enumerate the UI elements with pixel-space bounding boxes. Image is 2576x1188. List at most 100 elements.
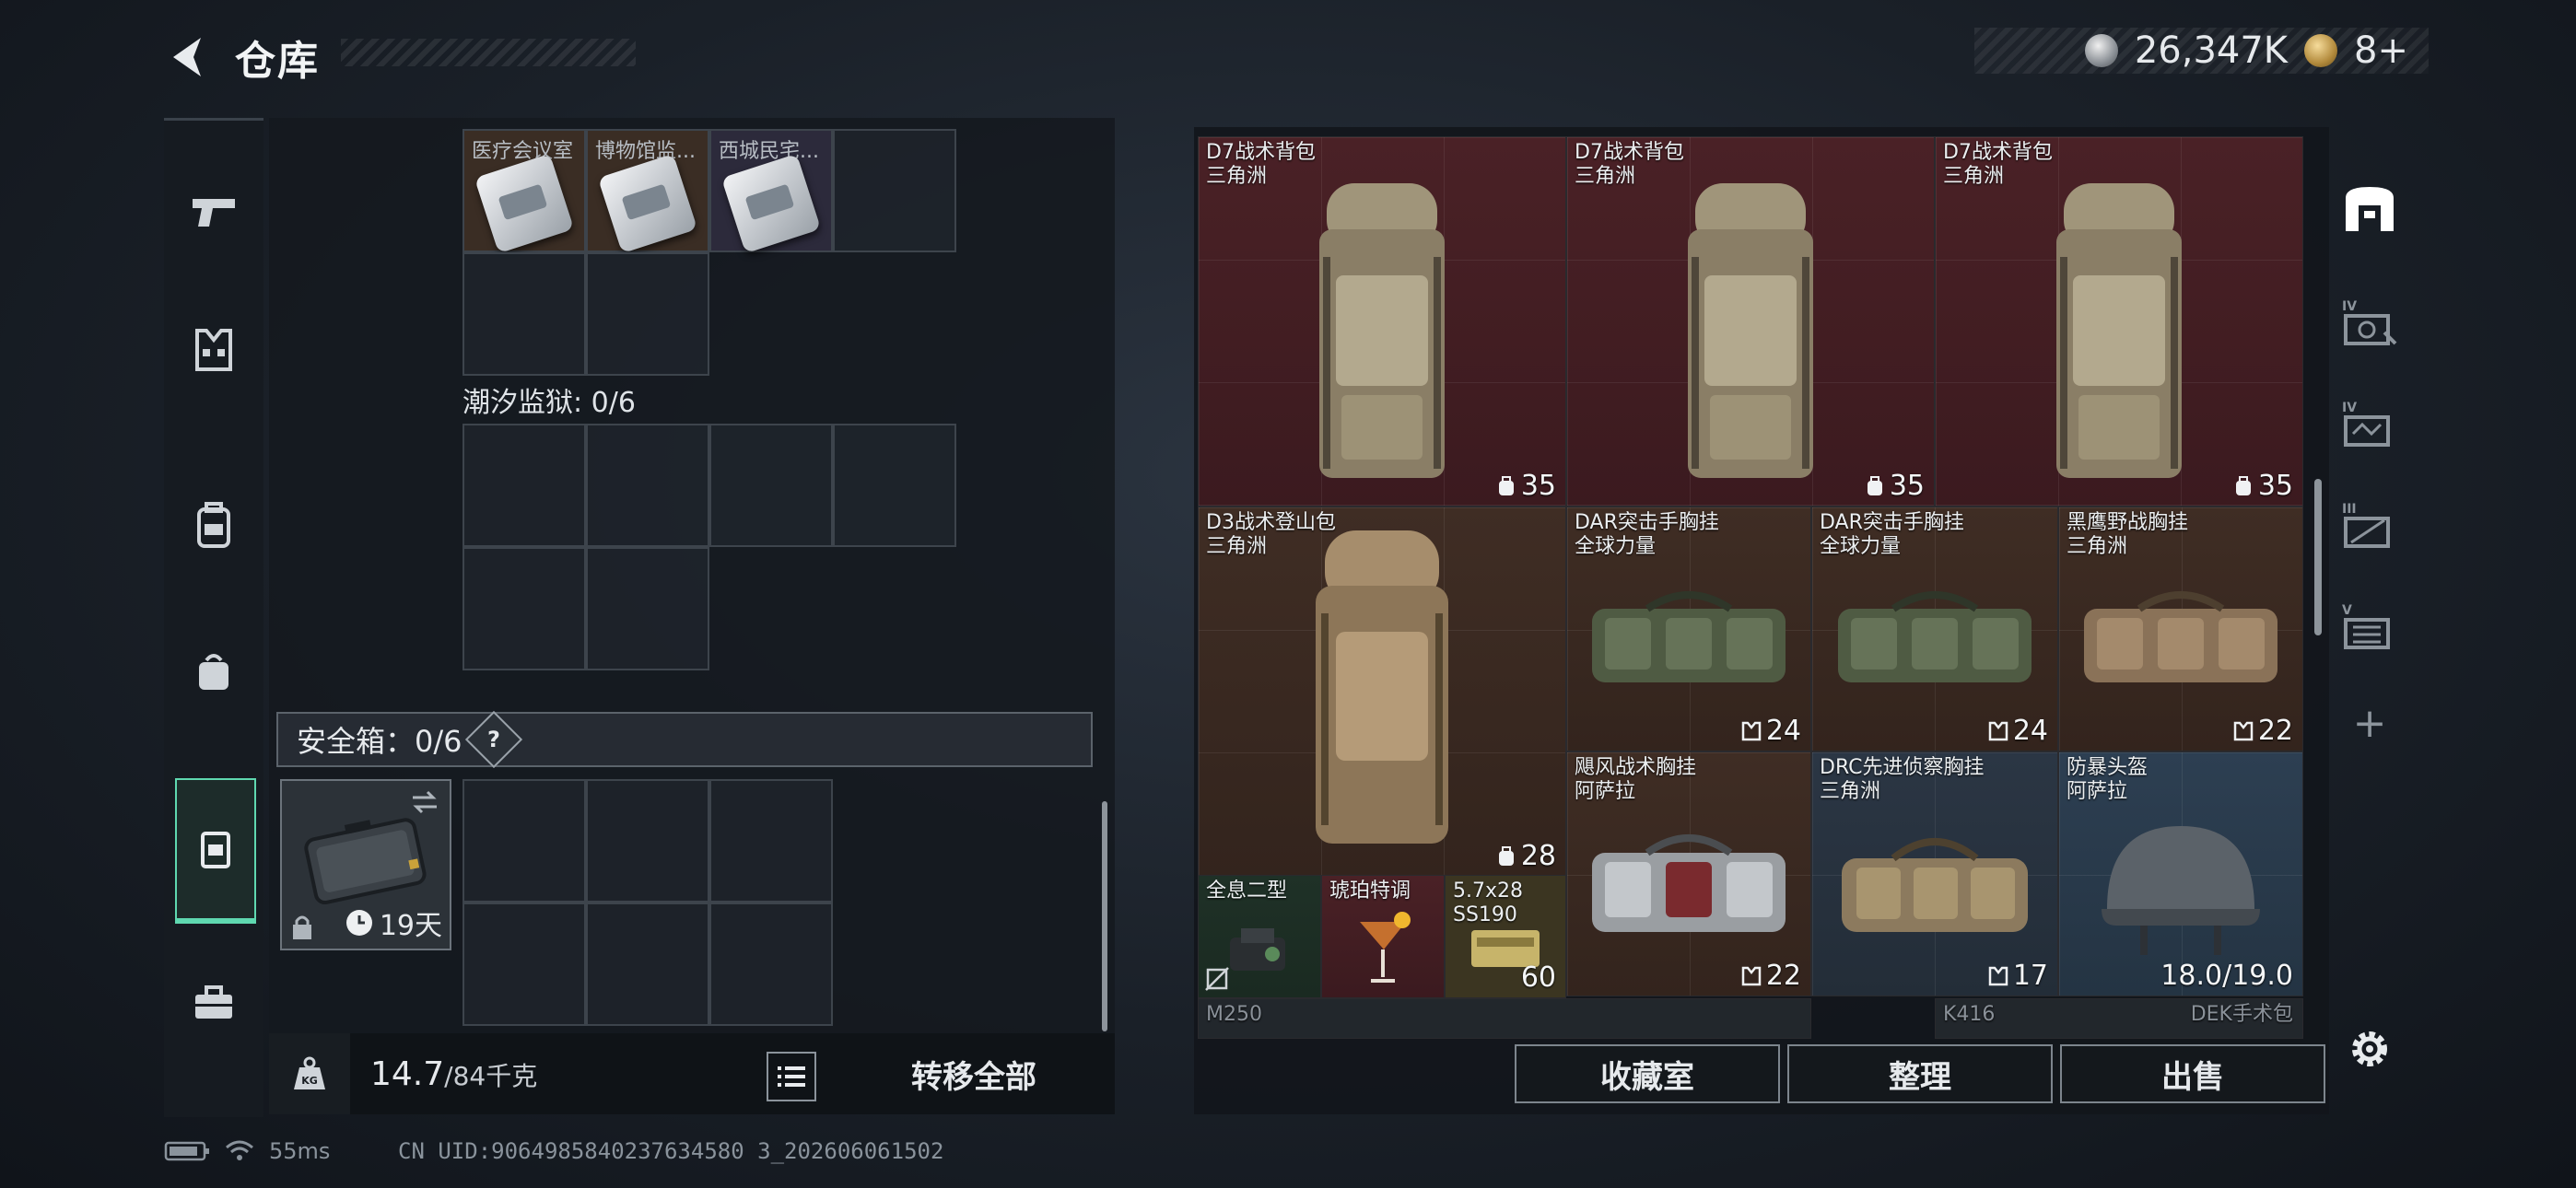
crate-icon: III xyxy=(2342,502,2390,548)
key-card-label: 西城民宅... xyxy=(719,140,819,163)
empty-slot[interactable] xyxy=(463,424,586,547)
empty-slot[interactable] xyxy=(833,129,956,252)
safe-slot[interactable] xyxy=(586,903,709,1026)
item-card[interactable]: DAR突击手胸挂 全球力量 24 xyxy=(1811,507,2058,751)
svg-text:KG: KG xyxy=(301,1075,318,1087)
collection-button[interactable]: 收藏室 xyxy=(1515,1044,1780,1103)
item-card[interactable]: DRC先进侦察胸挂 三角洲 17 xyxy=(1811,751,2058,996)
category-safe-box[interactable] xyxy=(175,778,256,924)
gear-icon xyxy=(2352,1031,2387,1066)
item-name: DRC先进侦察胸挂 三角洲 xyxy=(1820,756,1985,803)
storage-tab-main[interactable] xyxy=(2329,155,2410,263)
safe-slot[interactable] xyxy=(463,779,586,903)
safe-slot[interactable] xyxy=(709,903,833,1026)
category-toolbox[interactable] xyxy=(164,935,263,1073)
ticket-count: 8+ xyxy=(2354,29,2408,72)
item-durability: 18.0/19.0 xyxy=(2160,960,2293,992)
settings-button[interactable] xyxy=(2329,995,2410,1103)
item-card-partial[interactable]: K416 DEK手术包 xyxy=(1935,998,2303,1039)
item-quantity: 60 xyxy=(1520,961,1556,994)
vest-small-icon xyxy=(2233,721,2254,740)
keycard-icon xyxy=(474,153,575,254)
left-scrollbar[interactable] xyxy=(1102,801,1107,1031)
category-armor[interactable] xyxy=(164,281,263,419)
uid-text: CN UID:9064985840237634580 3_20260606150… xyxy=(398,1138,944,1164)
item-card[interactable]: 全息二型 xyxy=(1198,875,1321,998)
safe-slot[interactable] xyxy=(463,903,586,1026)
add-storage-button[interactable]: + xyxy=(2329,669,2410,777)
item-card[interactable]: DAR突击手胸挂 全球力量 24 xyxy=(1566,507,1811,751)
battery-icon xyxy=(164,1141,209,1161)
item-card[interactable]: D3战术登山包 三角洲 28 xyxy=(1198,507,1566,877)
item-card[interactable]: 防暴头盔 阿萨拉 18.0/19.0 xyxy=(2058,751,2303,996)
items-panel: D7战术背包 三角洲 35 D7战术背包 三角洲 35 D7战术背包 三角洲 3… xyxy=(1194,127,2329,1114)
help-button[interactable]: ? xyxy=(464,710,522,769)
item-card[interactable]: 5.7x28 SS190 60 xyxy=(1445,875,1566,998)
right-scrollbar[interactable] xyxy=(2314,479,2322,635)
backpack-icon xyxy=(197,502,230,548)
safe-case-icon xyxy=(304,818,427,905)
category-backpack[interactable] xyxy=(164,456,263,594)
back-arrow-icon xyxy=(173,38,201,76)
prison-section-title: 潮汐监狱: 0/6 xyxy=(463,387,636,419)
backpack-small-icon xyxy=(1498,845,1514,866)
empty-slot[interactable] xyxy=(586,424,709,547)
currency-amount: 26,347K xyxy=(2134,29,2289,72)
item-capacity: 28 xyxy=(1495,840,1556,872)
back-button[interactable] xyxy=(161,29,217,85)
weight-max: /84千克 xyxy=(444,1060,538,1091)
safe-slot[interactable] xyxy=(586,779,709,903)
storage-tab-4b[interactable]: IV xyxy=(2329,368,2410,477)
clock-icon xyxy=(345,910,372,936)
ticket-icon xyxy=(2304,34,2338,67)
item-card[interactable]: 黑鹰野战胸挂 三角洲 22 xyxy=(2058,507,2303,751)
coin-icon xyxy=(2084,34,2118,67)
empty-slot[interactable] xyxy=(463,252,586,376)
title-stripe xyxy=(341,39,636,66)
item-capacity: 22 xyxy=(1740,960,1801,992)
item-capacity: 35 xyxy=(2232,470,2293,502)
backpack-small-icon xyxy=(2235,475,2251,495)
vest-small-icon xyxy=(1988,721,2008,740)
storage-tab-3[interactable]: III xyxy=(2329,470,2410,578)
sort-button[interactable]: 整理 xyxy=(1787,1044,2053,1103)
safe-box-title: 安全箱：0/6 xyxy=(297,724,463,759)
key-card-slot[interactable]: 博物馆监... xyxy=(586,129,709,254)
sell-button[interactable]: 出售 xyxy=(2060,1044,2325,1103)
item-card[interactable]: D7战术背包 三角洲 35 xyxy=(1198,136,1566,507)
storage-tab-4[interactable]: IV xyxy=(2329,267,2410,376)
empty-slot[interactable] xyxy=(463,547,586,670)
category-weapons[interactable] xyxy=(164,143,263,281)
list-view-button[interactable] xyxy=(767,1052,816,1101)
item-card[interactable]: D7战术背包 三角洲 35 xyxy=(1566,136,1935,507)
empty-slot[interactable] xyxy=(586,547,709,670)
chest-rig-icon xyxy=(1592,591,1786,683)
empty-slot[interactable] xyxy=(586,252,709,376)
title-bar: 仓库 xyxy=(161,28,320,87)
key-card-label: 医疗会议室 xyxy=(472,140,574,163)
safe-box-item[interactable]: 19天 xyxy=(280,779,451,950)
svg-text:IV: IV xyxy=(2342,299,2357,314)
swap-icon xyxy=(413,790,437,814)
transfer-all-button[interactable]: 转移全部 xyxy=(840,1033,1107,1114)
empty-slot[interactable] xyxy=(833,424,956,547)
vest-small-icon xyxy=(1988,966,2008,985)
safe-slot[interactable] xyxy=(709,779,833,903)
wifi-icon xyxy=(226,1140,253,1160)
key-card-slot[interactable]: 西城民宅... xyxy=(709,129,833,254)
no-mod-icon xyxy=(1205,967,1229,991)
item-card[interactable]: 琥珀特调 xyxy=(1321,875,1445,998)
category-rail xyxy=(164,118,263,1117)
rental-timer: 19天 xyxy=(345,903,442,943)
empty-slot[interactable] xyxy=(709,424,833,547)
item-name: M250 xyxy=(1206,1003,1262,1026)
category-bag[interactable] xyxy=(164,603,263,741)
item-card[interactable]: D7战术背包 三角洲 35 xyxy=(1935,136,2303,507)
item-card[interactable]: 飓风战术胸挂 阿萨拉 22 xyxy=(1566,751,1811,996)
page-title: 仓库 xyxy=(235,38,320,85)
lock-icon xyxy=(293,915,311,939)
key-card-slot[interactable]: 医疗会议室 xyxy=(463,129,586,254)
currency-bar: 26,347K 8+ xyxy=(1973,28,2429,74)
item-card-partial[interactable]: M250 xyxy=(1198,998,1811,1039)
storage-tab-5[interactable]: V xyxy=(2329,571,2410,680)
